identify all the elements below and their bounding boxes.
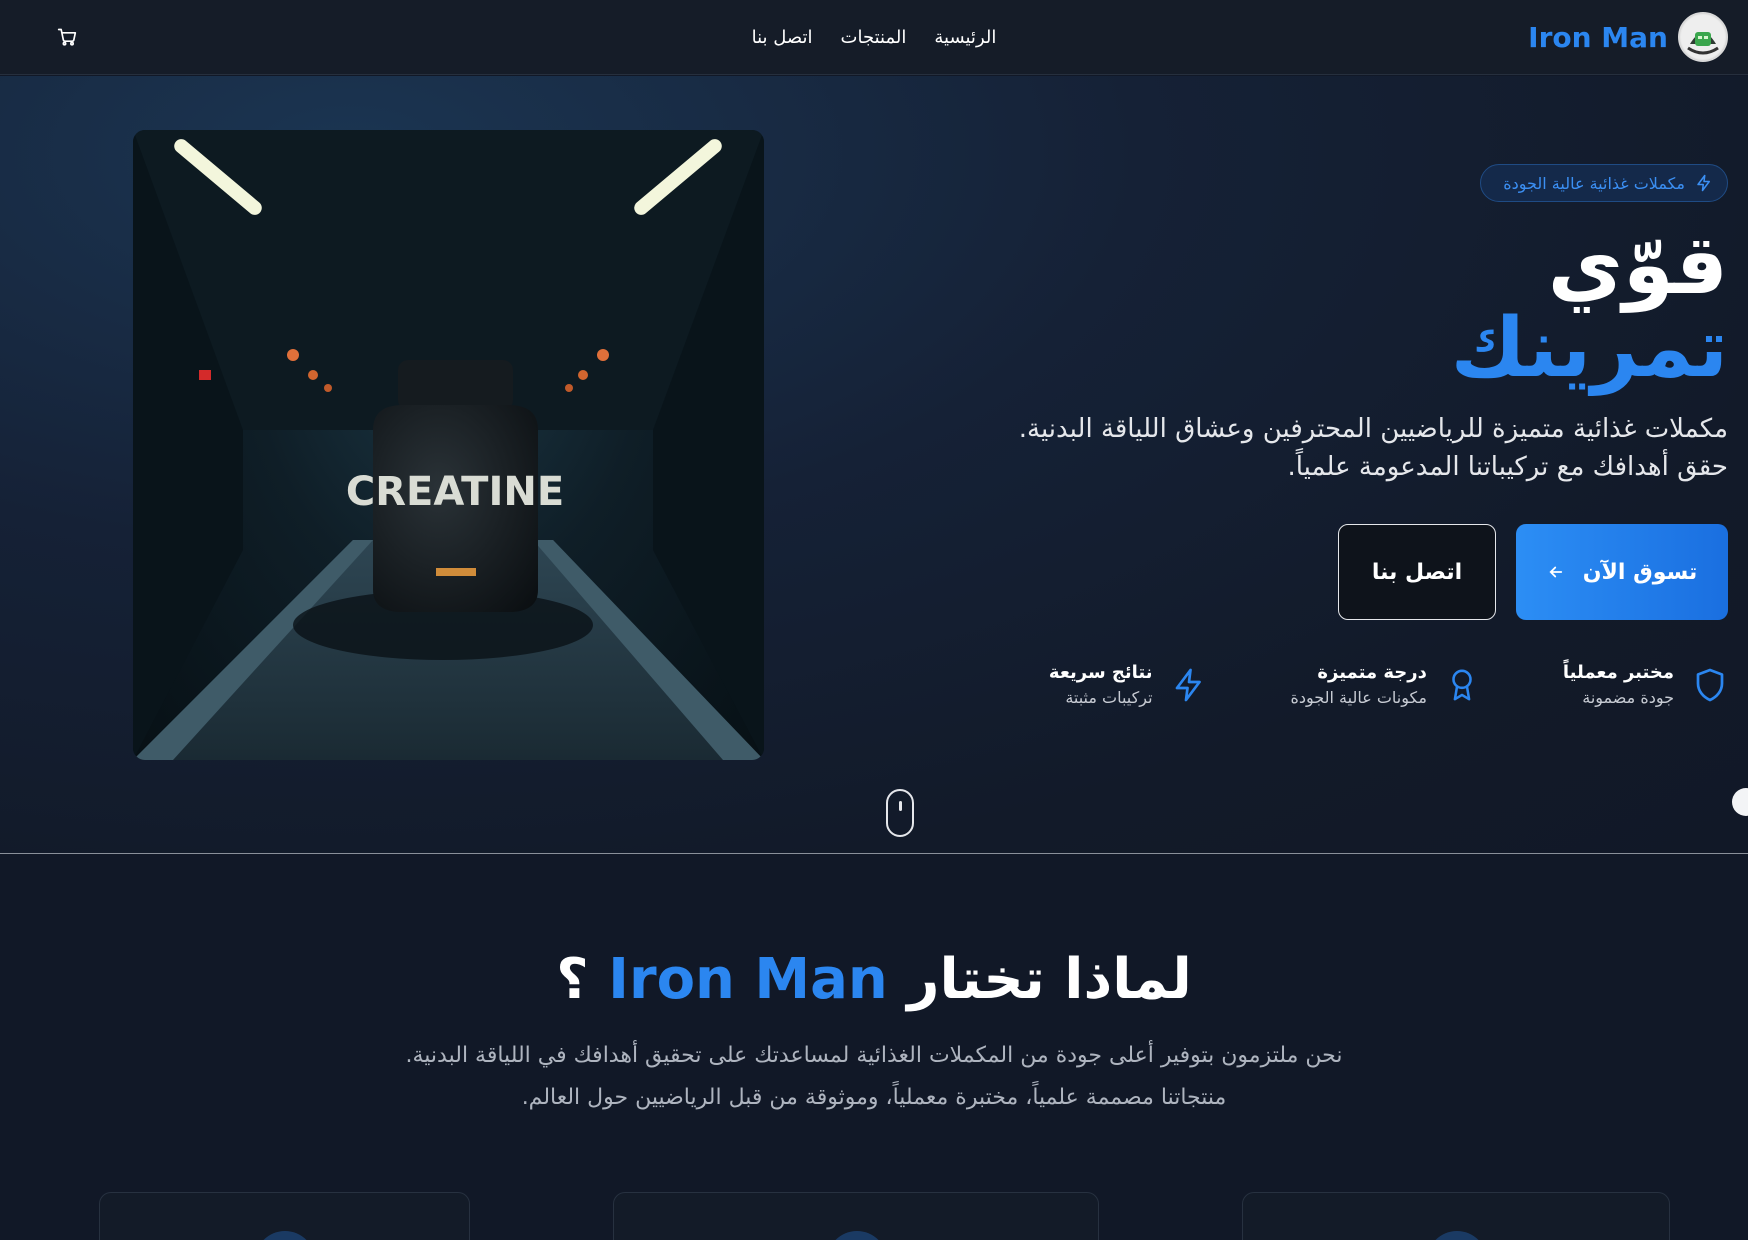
- badge-text: مكملات غذائية عالية الجودة: [1503, 173, 1685, 193]
- shop-now-button[interactable]: تسوق الآن: [1516, 524, 1728, 620]
- hero-section: CREATINE مكملات غذائية عالية الجودة قوّي…: [0, 76, 1748, 854]
- main-nav: الرئيسية المنتجات اتصل بنا: [0, 0, 1748, 75]
- feature-subtitle: جودة مضمونة: [1582, 688, 1674, 707]
- why-description-line2: منتجاتنا مصممة علمياً، مختبرة معملياً، و…: [521, 1085, 1227, 1110]
- hero-description-line1: مكملات غذائية متميزة للرياضيين المحترفين…: [1018, 414, 1728, 444]
- hero-features: مختبر معملياً جودة مضمونة درجة متميزة مك…: [908, 660, 1728, 710]
- floating-action-dot[interactable]: [1732, 788, 1748, 816]
- feature-subtitle: مكونات عالية الجودة: [1290, 688, 1427, 707]
- feature-fast-results: نتائج سريعة تركيبات مثبتة: [1049, 660, 1207, 710]
- nav-link-products[interactable]: المنتجات: [841, 27, 907, 48]
- award-icon: [1452, 669, 1472, 701]
- feature-title: مختبر معملياً: [1562, 662, 1674, 683]
- nav-link-contact[interactable]: اتصل بنا: [752, 27, 813, 48]
- brand[interactable]: Iron Man: [1528, 12, 1728, 62]
- jar-label: CREATINE: [346, 469, 564, 515]
- feature-title: درجة متميزة: [1317, 662, 1427, 683]
- arrow-left-icon: [1549, 566, 1562, 578]
- why-title: لماذا تختار Iron Man ؟: [0, 945, 1748, 1015]
- why-description: نحن ملتزمون بتوفير أعلى جودة من المكملات…: [0, 1035, 1748, 1119]
- why-choose-section: لماذا تختار Iron Man ؟ نحن ملتزمون بتوفي…: [0, 855, 1748, 1240]
- brand-name: Iron Man: [1528, 20, 1668, 54]
- contact-us-button[interactable]: اتصل بنا: [1338, 524, 1496, 620]
- hero-title-line2: تمرينك: [1450, 301, 1728, 396]
- scroll-down-indicator[interactable]: [886, 789, 914, 837]
- why-title-suffix: ؟: [556, 947, 589, 1012]
- why-title-prefix: لماذا تختار: [907, 947, 1192, 1012]
- hero-description-line2: حقق أهدافك مع تركيباتنا المدعومة علمياً.: [1287, 452, 1728, 482]
- feature-card: [613, 1192, 1099, 1240]
- lightning-icon: [1175, 668, 1201, 702]
- nav-link-home[interactable]: الرئيسية: [934, 27, 996, 48]
- brand-logo-icon: [1678, 12, 1728, 62]
- cart-icon: [57, 28, 77, 46]
- hero-title-line1: قوّي: [1547, 218, 1728, 313]
- hero-copy: مكملات غذائية عالية الجودة قوّي تمرينك م…: [908, 164, 1728, 710]
- feature-premium-grade: درجة متميزة مكونات عالية الجودة: [1291, 660, 1479, 710]
- cart-button[interactable]: [56, 26, 78, 48]
- feature-card: [99, 1192, 470, 1240]
- hero-product-image: CREATINE: [133, 130, 764, 760]
- feature-subtitle: تركيبات مثبتة: [1065, 688, 1153, 707]
- why-description-line1: نحن ملتزمون بتوفير أعلى جودة من المكملات…: [405, 1043, 1343, 1068]
- shield-icon: [1696, 668, 1724, 702]
- feature-lab-tested: مختبر معملياً جودة مضمونة: [1563, 660, 1728, 710]
- feature-title: نتائج سريعة: [1048, 662, 1153, 683]
- top-navbar: الرئيسية المنتجات اتصل بنا Iron Man: [0, 0, 1748, 75]
- shop-now-label: تسوق الآن: [1582, 559, 1698, 585]
- card-icon: [827, 1231, 887, 1240]
- lightning-icon: [1697, 174, 1710, 192]
- quality-badge: مكملات غذائية عالية الجودة: [1480, 164, 1728, 202]
- card-icon: [255, 1231, 315, 1240]
- why-title-brand: Iron Man: [608, 947, 888, 1012]
- feature-card: [1242, 1192, 1670, 1240]
- card-icon: [1427, 1231, 1487, 1240]
- hero-buttons: تسوق الآن اتصل بنا: [908, 524, 1728, 620]
- hero-description: مكملات غذائية متميزة للرياضيين المحترفين…: [908, 410, 1728, 486]
